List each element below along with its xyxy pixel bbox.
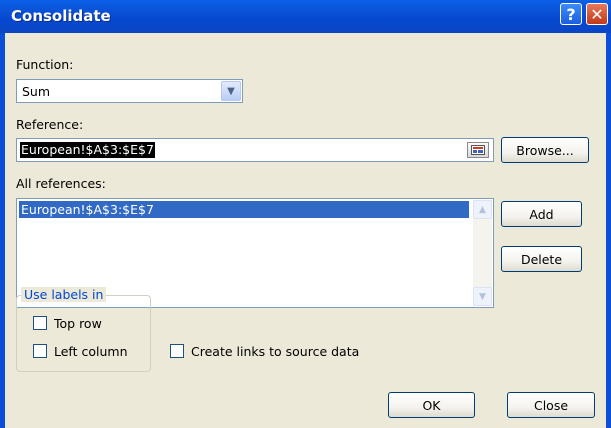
close-button-label: Close	[533, 397, 569, 413]
scroll-down-button[interactable]: ▼	[473, 287, 492, 306]
function-value: Sum	[22, 84, 51, 99]
help-icon: ?	[566, 4, 576, 24]
ok-button[interactable]: OK	[388, 392, 475, 418]
browse-button-label: Browse...	[516, 142, 574, 158]
delete-button[interactable]: Delete	[501, 246, 582, 272]
reference-input[interactable]: European!$A$3:$E$7	[16, 138, 494, 162]
add-button-label: Add	[529, 206, 554, 222]
create-links-label: Create links to source data	[191, 344, 360, 359]
chevron-down-icon: ▼	[227, 85, 235, 97]
close-window-button[interactable]: ✕	[586, 3, 608, 25]
vertical-scrollbar[interactable]: ▲ ▼	[473, 200, 492, 306]
use-labels-group	[16, 295, 151, 372]
top-row-checkbox[interactable]	[33, 316, 47, 330]
title-bar[interactable]: Consolidate ? ✕	[0, 0, 611, 33]
left-column-label: Left column	[54, 344, 128, 359]
list-item[interactable]: European!$A$3:$E$7	[19, 201, 469, 218]
function-label: Function:	[16, 57, 74, 72]
dialog-body: Function: Sum ▼ Reference: European!$A$3…	[5, 33, 606, 428]
collapse-dialog-button[interactable]	[467, 142, 489, 158]
range-select-icon	[471, 145, 485, 155]
help-button[interactable]: ?	[560, 3, 582, 25]
delete-button-label: Delete	[520, 251, 563, 267]
top-row-label: Top row	[54, 316, 102, 331]
chevron-down-icon: ▼	[479, 291, 486, 302]
use-labels-title: Use labels in	[21, 287, 107, 302]
browse-button[interactable]: Browse...	[501, 137, 589, 163]
dialog-title: Consolidate	[11, 7, 111, 25]
close-button[interactable]: Close	[507, 392, 595, 418]
reference-label: Reference:	[16, 117, 84, 132]
all-references-label: All references:	[16, 176, 106, 191]
consolidate-dialog: Consolidate ? ✕ Function: Sum ▼ Referenc…	[0, 0, 611, 428]
ok-button-label: OK	[422, 397, 441, 413]
reference-value: European!$A$3:$E$7	[20, 142, 155, 158]
left-column-checkbox[interactable]	[33, 344, 47, 358]
create-links-checkbox[interactable]	[170, 344, 184, 358]
dropdown-button[interactable]: ▼	[221, 81, 241, 101]
scroll-up-button[interactable]: ▲	[473, 200, 492, 219]
add-button[interactable]: Add	[501, 201, 582, 227]
chevron-up-icon: ▲	[479, 204, 486, 215]
close-icon: ✕	[590, 4, 604, 24]
function-select[interactable]: Sum ▼	[16, 79, 243, 103]
